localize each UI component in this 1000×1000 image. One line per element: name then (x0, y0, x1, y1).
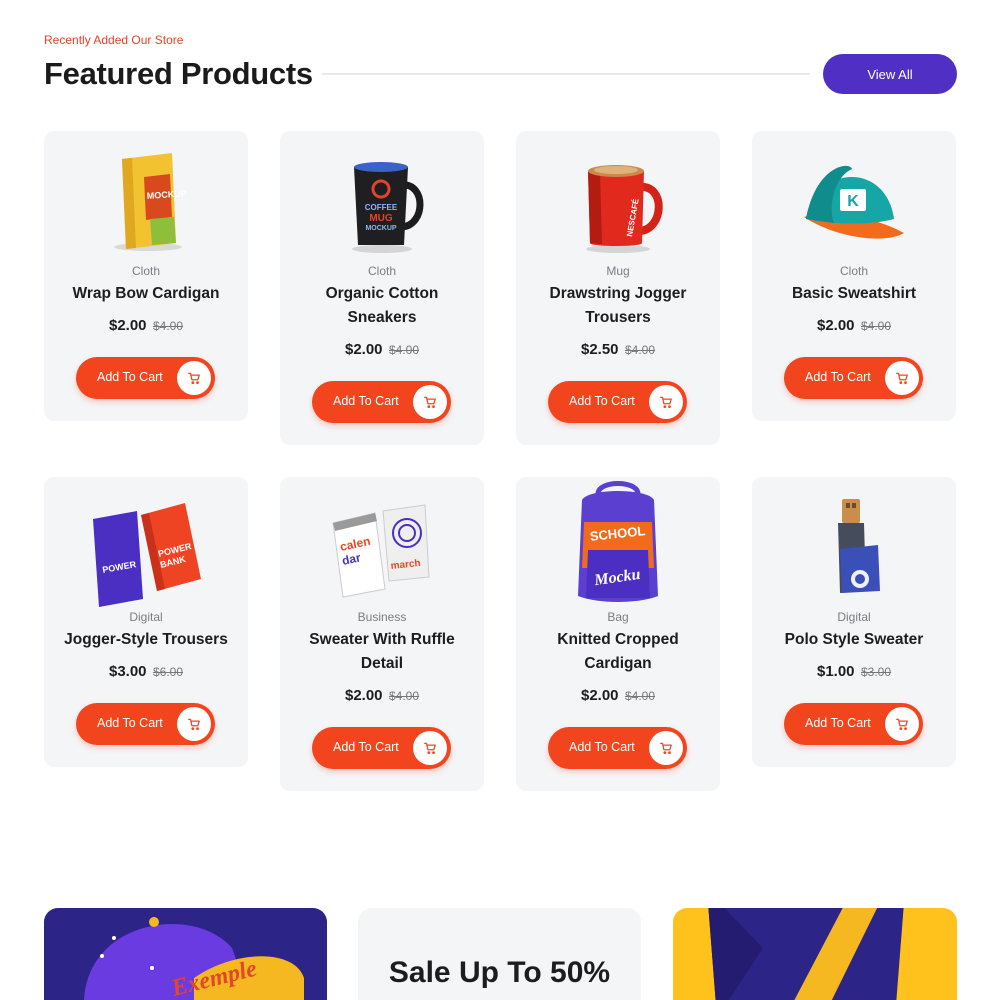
add-to-cart-button[interactable]: Add To Cart (548, 381, 687, 423)
current-price: $2.00 (344, 687, 383, 704)
svg-text:COFFEE: COFFEE (365, 203, 398, 212)
promo-banner-pillow[interactable] (673, 908, 957, 1000)
add-to-cart-button[interactable]: Add To Cart (784, 357, 923, 399)
shopping-cart-icon (885, 361, 919, 395)
current-price: $2.00 (108, 317, 147, 334)
product-image[interactable]: K (752, 143, 956, 261)
product-price: $3.00 $6.00 (44, 663, 248, 681)
current-price: $2.00 (816, 317, 855, 334)
current-price: $2.00 (580, 687, 619, 704)
product-name[interactable]: Drawstring Jogger Trousers (530, 282, 706, 330)
product-card[interactable]: MOCKUP Cloth Wrap Bow Cardigan $2.00 $4.… (44, 131, 248, 421)
product-name[interactable]: Organic Cotton Sneakers (294, 282, 470, 330)
add-to-cart-label: Add To Cart (97, 370, 163, 384)
add-to-cart-label: Add To Cart (97, 716, 163, 730)
sale-title: Sale Up To 50% (388, 956, 611, 989)
original-price: $3.00 (860, 665, 892, 679)
original-price: $6.00 (152, 665, 184, 679)
product-price: $2.00 $4.00 (280, 341, 484, 359)
product-price: $2.50 $4.00 (516, 341, 720, 359)
title-divider (322, 73, 810, 75)
original-price: $4.00 (388, 343, 420, 357)
product-name[interactable]: Sweater With Ruffle Detail (294, 628, 470, 676)
product-category: Cloth (131, 264, 160, 278)
product-category: Business (357, 610, 407, 624)
svg-text:K: K (847, 193, 859, 210)
current-price: $2.50 (580, 341, 619, 358)
promo-banner-sale[interactable]: Sale Up To 50% (358, 908, 641, 1000)
add-to-cart-label: Add To Cart (569, 740, 635, 754)
original-price: $4.00 (388, 689, 420, 703)
product-image[interactable]: COFFEE MUG MOCKUP (280, 143, 484, 261)
product-card[interactable]: SCHOOL Mocku Bag Knitted Cropped Cardiga… (516, 477, 720, 791)
add-to-cart-button[interactable]: Add To Cart (312, 381, 451, 423)
product-name[interactable]: Polo Style Sweater (766, 628, 942, 652)
product-card[interactable]: COFFEE MUG MOCKUP Cloth Organic Cotton S… (280, 131, 484, 445)
pillow-image (708, 908, 904, 1000)
svg-text:MOCKUP: MOCKUP (365, 225, 396, 232)
shopping-cart-icon (413, 731, 447, 765)
shopping-cart-icon (885, 707, 919, 741)
svg-text:MOCKUP: MOCKUP (146, 188, 187, 201)
product-category: Digital (837, 610, 871, 624)
product-image[interactable] (752, 489, 956, 607)
add-to-cart-button[interactable]: Add To Cart (76, 703, 215, 745)
product-category: Cloth (367, 264, 396, 278)
product-image[interactable]: NESCAFÉ (516, 143, 720, 261)
current-price: $2.00 (344, 341, 383, 358)
original-price: $4.00 (624, 689, 656, 703)
product-image[interactable]: POWER POWER BANK (44, 489, 248, 607)
product-price: $2.00 $4.00 (516, 687, 720, 705)
product-price: $2.00 $4.00 (280, 687, 484, 705)
add-to-cart-label: Add To Cart (805, 716, 871, 730)
view-all-button[interactable]: View All (823, 54, 957, 94)
shopping-cart-icon (413, 385, 447, 419)
section-eyebrow: Recently Added Our Store (44, 33, 184, 47)
product-image[interactable]: MOCKUP (44, 143, 248, 261)
add-to-cart-button[interactable]: Add To Cart (548, 727, 687, 769)
product-price: $1.00 $3.00 (752, 663, 956, 681)
product-image[interactable]: SCHOOL Mocku (516, 477, 720, 607)
add-to-cart-label: Add To Cart (333, 740, 399, 754)
shopping-cart-icon (649, 385, 683, 419)
cap-image: Exemple (84, 917, 304, 1000)
product-name[interactable]: Jogger-Style Trousers (58, 628, 234, 652)
original-price: $4.00 (624, 343, 656, 357)
product-name[interactable]: Basic Sweatshirt (766, 282, 942, 306)
add-to-cart-button[interactable]: Add To Cart (312, 727, 451, 769)
product-card[interactable]: POWER POWER BANK Digital Jogger-Style Tr… (44, 477, 248, 767)
product-price: $2.00 $4.00 (752, 317, 956, 335)
add-to-cart-label: Add To Cart (333, 394, 399, 408)
add-to-cart-button[interactable]: Add To Cart (784, 703, 923, 745)
add-to-cart-label: Add To Cart (805, 370, 871, 384)
section-title: Featured Products (44, 56, 313, 91)
current-price: $1.00 (816, 663, 855, 680)
product-category: Digital (129, 610, 163, 624)
product-card[interactable]: NESCAFÉ Mug Drawstring Jogger Trousers $… (516, 131, 720, 445)
product-name[interactable]: Wrap Bow Cardigan (58, 282, 234, 306)
shopping-cart-icon (649, 731, 683, 765)
add-to-cart-button[interactable]: Add To Cart (76, 357, 215, 399)
product-card[interactable]: Digital Polo Style Sweater $1.00 $3.00 A… (752, 477, 956, 767)
promo-banner-cap[interactable]: Exemple (44, 908, 327, 1000)
svg-text:MUG: MUG (369, 213, 393, 224)
product-price: $2.00 $4.00 (44, 317, 248, 335)
original-price: $4.00 (152, 319, 184, 333)
product-category: Mug (606, 264, 630, 278)
product-card[interactable]: K Cloth Basic Sweatshirt $2.00 $4.00 Add… (752, 131, 956, 421)
shopping-cart-icon (177, 361, 211, 395)
original-price: $4.00 (860, 319, 892, 333)
shopping-cart-icon (177, 707, 211, 741)
current-price: $3.00 (108, 663, 147, 680)
product-image[interactable]: calen dar march (280, 489, 484, 607)
product-category: Cloth (839, 264, 868, 278)
product-card[interactable]: calen dar march Business Sweater With Ru… (280, 477, 484, 791)
add-to-cart-label: Add To Cart (569, 394, 635, 408)
product-name[interactable]: Knitted Cropped Cardigan (530, 628, 706, 676)
product-category: Bag (607, 610, 629, 624)
